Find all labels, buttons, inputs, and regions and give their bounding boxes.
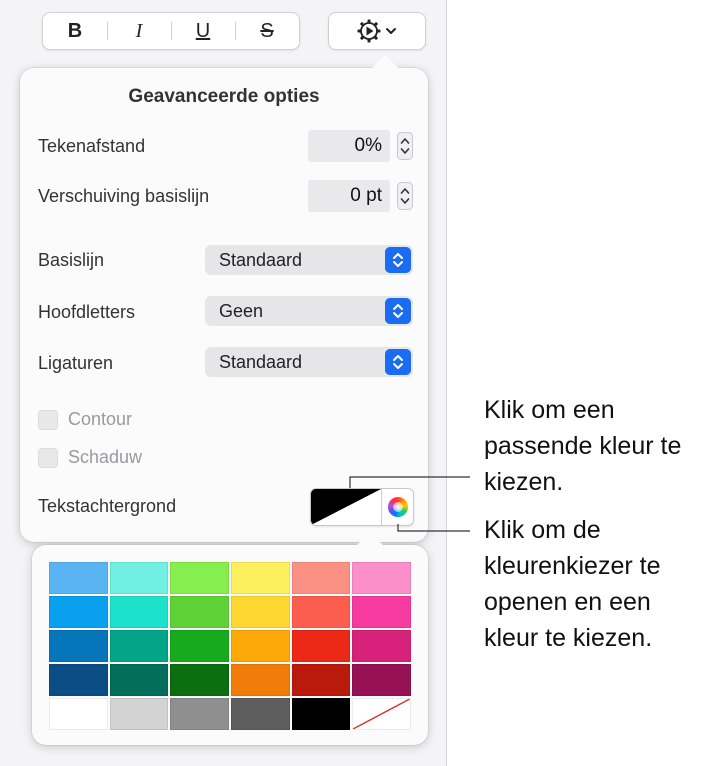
capitalization-label: Hoofdletters: [38, 302, 136, 322]
shadow-checkbox[interactable]: [38, 447, 58, 468]
strikethrough-button[interactable]: S: [235, 13, 299, 49]
popover-title: Geavanceerde opties: [128, 86, 320, 107]
color-palette-popover: [32, 532, 428, 745]
color-swatch[interactable]: [231, 664, 290, 696]
gear-icon: [357, 19, 381, 43]
chevron-down-icon: [386, 28, 396, 34]
strikethrough-label: S: [260, 20, 274, 42]
color-swatch[interactable]: [291, 596, 351, 628]
ligatures-label: Ligaturen: [38, 353, 114, 373]
color-swatch[interactable]: [231, 596, 290, 628]
color-swatch[interactable]: [231, 698, 290, 730]
ligatures-select-value: Standaard: [219, 352, 303, 372]
italic-button[interactable]: I: [107, 13, 171, 49]
shadow-label: Schaduw: [68, 447, 143, 467]
color-swatch[interactable]: [49, 698, 108, 730]
underline-label: U: [195, 20, 211, 42]
color-swatch[interactable]: [109, 596, 169, 628]
baseline-shift-label: Verschuiving basislijn: [38, 186, 210, 206]
color-wheel-icon: [388, 497, 408, 517]
color-swatch-grid: [49, 562, 411, 730]
capitalization-select-value: Geen: [219, 301, 264, 321]
no-color-swatch[interactable]: [352, 698, 411, 730]
outline-option[interactable]: Contour: [38, 409, 132, 430]
text-background-swatch-button[interactable]: [311, 489, 381, 525]
underline-button[interactable]: U: [171, 13, 235, 49]
swatch-callout-text: Klik om een passende kleur te kiezen.: [484, 396, 682, 496]
advanced-options-button[interactable]: [328, 12, 426, 50]
color-swatch[interactable]: [49, 630, 108, 662]
bold-button[interactable]: B: [43, 13, 107, 49]
text-background-label: Tekstachtergrond: [38, 496, 177, 516]
select-arrows-icon: [385, 349, 411, 375]
color-swatch[interactable]: [231, 562, 290, 594]
baseline-shift-field[interactable]: 0 pt: [308, 180, 390, 212]
color-swatch[interactable]: [109, 562, 169, 594]
advanced-options-popover: Geavanceerde opties Tekenafstand 0% Vers…: [20, 55, 428, 542]
color-swatch[interactable]: [170, 664, 229, 696]
color-swatch[interactable]: [352, 562, 411, 594]
shadow-option[interactable]: Schaduw: [38, 447, 142, 468]
outline-label: Contour: [68, 409, 133, 429]
color-swatch[interactable]: [49, 596, 108, 628]
select-arrows-icon: [385, 247, 411, 273]
color-swatch[interactable]: [170, 562, 229, 594]
baseline-shift-stepper[interactable]: [397, 182, 413, 210]
color-picker-button[interactable]: [381, 489, 413, 525]
color-swatch[interactable]: [109, 698, 169, 730]
capitalization-select[interactable]: Geen: [205, 296, 413, 326]
text-style-group: B I U S: [42, 12, 300, 50]
color-swatch[interactable]: [231, 630, 290, 662]
color-swatch[interactable]: [49, 562, 108, 594]
color-swatch[interactable]: [291, 562, 351, 594]
no-color-slash-icon: [353, 699, 410, 729]
baseline-select[interactable]: Standaard: [205, 245, 413, 275]
color-swatch[interactable]: [109, 630, 169, 662]
color-swatch[interactable]: [170, 630, 229, 662]
baseline-label: Basislijn: [38, 250, 105, 270]
color-swatch[interactable]: [291, 630, 351, 662]
color-swatch[interactable]: [291, 664, 351, 696]
character-spacing-field[interactable]: 0%: [308, 130, 390, 162]
color-swatch[interactable]: [170, 698, 229, 730]
color-swatch[interactable]: [291, 698, 351, 730]
color-picker-callout-text: Klik om de kleurenkiezer te openen en ee…: [484, 516, 661, 652]
ligatures-select[interactable]: Standaard: [205, 347, 413, 377]
color-swatch[interactable]: [352, 596, 411, 628]
color-swatch[interactable]: [352, 664, 411, 696]
color-swatch[interactable]: [352, 630, 411, 662]
baseline-select-value: Standaard: [219, 250, 303, 270]
character-spacing-label: Tekenafstand: [38, 136, 146, 156]
color-swatch[interactable]: [49, 664, 108, 696]
select-arrows-icon: [385, 298, 411, 324]
text-background-color-well: [310, 488, 414, 526]
color-swatch[interactable]: [109, 664, 169, 696]
outline-checkbox[interactable]: [38, 409, 58, 430]
character-spacing-stepper[interactable]: [397, 132, 413, 160]
color-swatch[interactable]: [170, 596, 229, 628]
